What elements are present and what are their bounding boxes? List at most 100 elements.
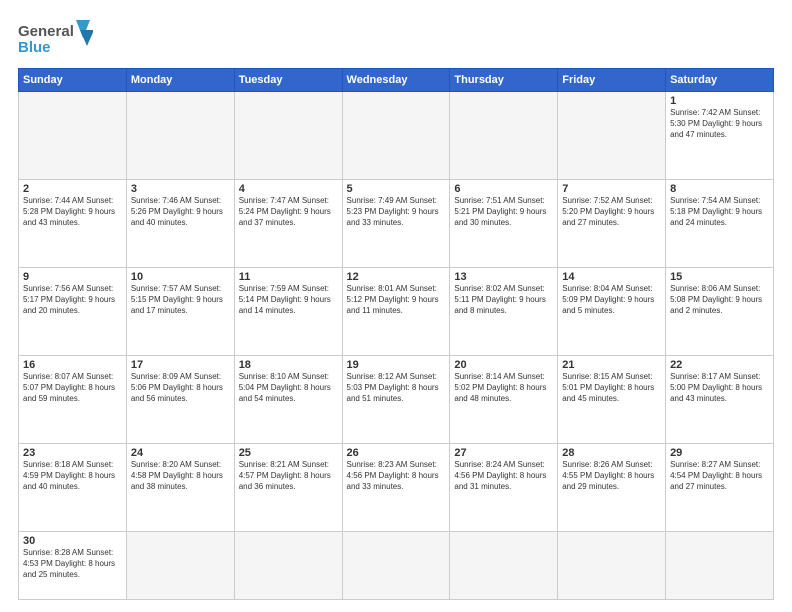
calendar-header-sunday: Sunday — [19, 69, 127, 92]
calendar-table: SundayMondayTuesdayWednesdayThursdayFrid… — [18, 68, 774, 600]
day-number: 13 — [454, 271, 553, 283]
day-number: 2 — [23, 183, 122, 195]
calendar-cell: 7Sunrise: 7:52 AM Sunset: 5:20 PM Daylig… — [558, 180, 666, 268]
day-number: 4 — [239, 183, 338, 195]
calendar-cell: 23Sunrise: 8:18 AM Sunset: 4:59 PM Dayli… — [19, 444, 127, 532]
calendar-cell: 11Sunrise: 7:59 AM Sunset: 5:14 PM Dayli… — [234, 268, 342, 356]
day-number: 26 — [347, 447, 446, 459]
day-info: Sunrise: 8:07 AM Sunset: 5:07 PM Dayligh… — [23, 372, 122, 404]
day-info: Sunrise: 8:09 AM Sunset: 5:06 PM Dayligh… — [131, 372, 230, 404]
day-number: 18 — [239, 359, 338, 371]
day-number: 7 — [562, 183, 661, 195]
calendar-cell: 26Sunrise: 8:23 AM Sunset: 4:56 PM Dayli… — [342, 444, 450, 532]
calendar-cell: 14Sunrise: 8:04 AM Sunset: 5:09 PM Dayli… — [558, 268, 666, 356]
calendar-cell: 3Sunrise: 7:46 AM Sunset: 5:26 PM Daylig… — [126, 180, 234, 268]
day-info: Sunrise: 8:18 AM Sunset: 4:59 PM Dayligh… — [23, 460, 122, 492]
calendar-cell: 30Sunrise: 8:28 AM Sunset: 4:53 PM Dayli… — [19, 532, 127, 600]
day-info: Sunrise: 7:56 AM Sunset: 5:17 PM Dayligh… — [23, 284, 122, 316]
calendar-cell — [234, 92, 342, 180]
calendar-cell — [558, 532, 666, 600]
calendar-cell: 21Sunrise: 8:15 AM Sunset: 5:01 PM Dayli… — [558, 356, 666, 444]
calendar-cell: 27Sunrise: 8:24 AM Sunset: 4:56 PM Dayli… — [450, 444, 558, 532]
day-number: 30 — [23, 535, 122, 547]
day-number: 28 — [562, 447, 661, 459]
day-number: 5 — [347, 183, 446, 195]
day-info: Sunrise: 8:15 AM Sunset: 5:01 PM Dayligh… — [562, 372, 661, 404]
day-info: Sunrise: 7:52 AM Sunset: 5:20 PM Dayligh… — [562, 196, 661, 228]
day-info: Sunrise: 7:47 AM Sunset: 5:24 PM Dayligh… — [239, 196, 338, 228]
day-number: 14 — [562, 271, 661, 283]
day-info: Sunrise: 8:14 AM Sunset: 5:02 PM Dayligh… — [454, 372, 553, 404]
day-number: 15 — [670, 271, 769, 283]
logo-svg: GeneralBlue — [18, 18, 93, 58]
day-number: 17 — [131, 359, 230, 371]
day-number: 21 — [562, 359, 661, 371]
calendar-cell: 1Sunrise: 7:42 AM Sunset: 5:30 PM Daylig… — [666, 92, 774, 180]
calendar-cell: 2Sunrise: 7:44 AM Sunset: 5:28 PM Daylig… — [19, 180, 127, 268]
day-info: Sunrise: 8:06 AM Sunset: 5:08 PM Dayligh… — [670, 284, 769, 316]
day-number: 19 — [347, 359, 446, 371]
day-info: Sunrise: 7:51 AM Sunset: 5:21 PM Dayligh… — [454, 196, 553, 228]
calendar-week-1: 1Sunrise: 7:42 AM Sunset: 5:30 PM Daylig… — [19, 92, 774, 180]
calendar-cell — [342, 532, 450, 600]
calendar-cell — [126, 532, 234, 600]
calendar-cell — [558, 92, 666, 180]
day-info: Sunrise: 7:54 AM Sunset: 5:18 PM Dayligh… — [670, 196, 769, 228]
day-number: 25 — [239, 447, 338, 459]
calendar-week-6: 30Sunrise: 8:28 AM Sunset: 4:53 PM Dayli… — [19, 532, 774, 600]
calendar-cell — [666, 532, 774, 600]
day-number: 9 — [23, 271, 122, 283]
calendar-cell: 9Sunrise: 7:56 AM Sunset: 5:17 PM Daylig… — [19, 268, 127, 356]
calendar-cell: 8Sunrise: 7:54 AM Sunset: 5:18 PM Daylig… — [666, 180, 774, 268]
day-info: Sunrise: 7:42 AM Sunset: 5:30 PM Dayligh… — [670, 108, 769, 140]
calendar-header-tuesday: Tuesday — [234, 69, 342, 92]
calendar-header-thursday: Thursday — [450, 69, 558, 92]
calendar-week-2: 2Sunrise: 7:44 AM Sunset: 5:28 PM Daylig… — [19, 180, 774, 268]
day-info: Sunrise: 8:02 AM Sunset: 5:11 PM Dayligh… — [454, 284, 553, 316]
calendar-cell — [342, 92, 450, 180]
page: GeneralBlue SundayMondayTuesdayWednesday… — [0, 0, 792, 612]
calendar-header-row: SundayMondayTuesdayWednesdayThursdayFrid… — [19, 69, 774, 92]
calendar-cell: 12Sunrise: 8:01 AM Sunset: 5:12 PM Dayli… — [342, 268, 450, 356]
day-info: Sunrise: 7:44 AM Sunset: 5:28 PM Dayligh… — [23, 196, 122, 228]
calendar-header-monday: Monday — [126, 69, 234, 92]
day-number: 23 — [23, 447, 122, 459]
header: GeneralBlue — [18, 18, 774, 58]
day-number: 6 — [454, 183, 553, 195]
calendar-week-5: 23Sunrise: 8:18 AM Sunset: 4:59 PM Dayli… — [19, 444, 774, 532]
day-info: Sunrise: 8:10 AM Sunset: 5:04 PM Dayligh… — [239, 372, 338, 404]
svg-text:General: General — [18, 23, 74, 40]
calendar-cell: 28Sunrise: 8:26 AM Sunset: 4:55 PM Dayli… — [558, 444, 666, 532]
logo: GeneralBlue — [18, 18, 93, 58]
day-number: 22 — [670, 359, 769, 371]
calendar-cell: 6Sunrise: 7:51 AM Sunset: 5:21 PM Daylig… — [450, 180, 558, 268]
day-number: 16 — [23, 359, 122, 371]
calendar-cell — [234, 532, 342, 600]
day-info: Sunrise: 8:27 AM Sunset: 4:54 PM Dayligh… — [670, 460, 769, 492]
calendar-cell: 24Sunrise: 8:20 AM Sunset: 4:58 PM Dayli… — [126, 444, 234, 532]
calendar-cell — [450, 92, 558, 180]
calendar-cell: 5Sunrise: 7:49 AM Sunset: 5:23 PM Daylig… — [342, 180, 450, 268]
calendar-cell: 10Sunrise: 7:57 AM Sunset: 5:15 PM Dayli… — [126, 268, 234, 356]
day-info: Sunrise: 8:26 AM Sunset: 4:55 PM Dayligh… — [562, 460, 661, 492]
calendar-cell: 4Sunrise: 7:47 AM Sunset: 5:24 PM Daylig… — [234, 180, 342, 268]
day-number: 1 — [670, 95, 769, 107]
svg-text:Blue: Blue — [18, 39, 51, 56]
calendar-cell: 15Sunrise: 8:06 AM Sunset: 5:08 PM Dayli… — [666, 268, 774, 356]
day-number: 29 — [670, 447, 769, 459]
calendar-cell: 13Sunrise: 8:02 AM Sunset: 5:11 PM Dayli… — [450, 268, 558, 356]
calendar-cell: 19Sunrise: 8:12 AM Sunset: 5:03 PM Dayli… — [342, 356, 450, 444]
day-info: Sunrise: 7:57 AM Sunset: 5:15 PM Dayligh… — [131, 284, 230, 316]
day-number: 3 — [131, 183, 230, 195]
day-number: 8 — [670, 183, 769, 195]
day-info: Sunrise: 8:28 AM Sunset: 4:53 PM Dayligh… — [23, 548, 122, 580]
calendar-header-saturday: Saturday — [666, 69, 774, 92]
day-number: 11 — [239, 271, 338, 283]
calendar-cell — [19, 92, 127, 180]
day-number: 10 — [131, 271, 230, 283]
calendar-cell — [450, 532, 558, 600]
calendar-week-4: 16Sunrise: 8:07 AM Sunset: 5:07 PM Dayli… — [19, 356, 774, 444]
calendar-header-wednesday: Wednesday — [342, 69, 450, 92]
day-number: 27 — [454, 447, 553, 459]
calendar-week-3: 9Sunrise: 7:56 AM Sunset: 5:17 PM Daylig… — [19, 268, 774, 356]
